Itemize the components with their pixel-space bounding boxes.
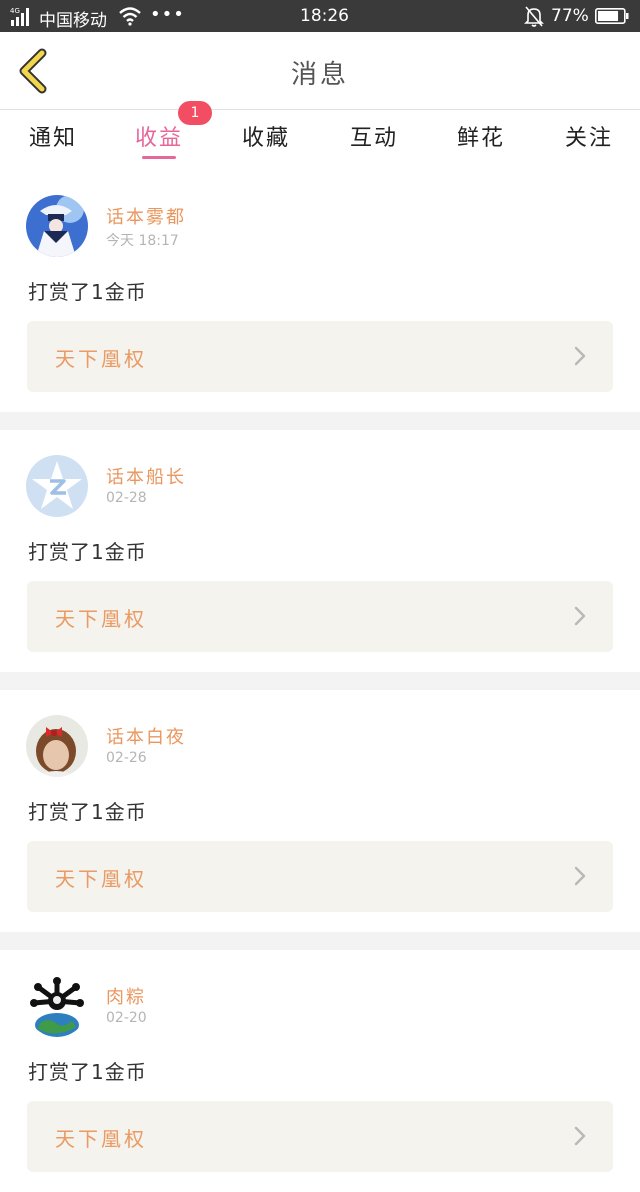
- page-title: 消息: [290, 60, 349, 90]
- username[interactable]: 肉粽: [106, 983, 146, 1009]
- book-link[interactable]: 天下凰权: [27, 321, 613, 392]
- divider: [0, 932, 640, 950]
- list-item: 话本雾都 今天 18:17 打赏了1金币 天下凰权: [0, 170, 640, 412]
- message-feed: 话本雾都 今天 18:17 打赏了1金币 天下凰权 话本船长 02-28 打赏了…: [0, 170, 640, 1192]
- wifi-icon: [119, 7, 141, 26]
- tab-favorites[interactable]: 收藏: [226, 120, 306, 152]
- chevron-right-icon: [574, 606, 586, 626]
- battery-percent: 77%: [551, 6, 589, 26]
- timestamp: 02-20: [106, 1010, 147, 1026]
- message-text: 打赏了1金币: [28, 540, 147, 564]
- avatar[interactable]: [26, 455, 88, 517]
- signal-icon: 4G: [10, 7, 29, 26]
- book-title: 天下凰权: [55, 347, 147, 371]
- chevron-right-icon: [574, 866, 586, 886]
- timestamp: 02-26: [106, 750, 147, 766]
- timestamp: 02-28: [106, 490, 147, 506]
- username[interactable]: 话本船长: [106, 463, 186, 489]
- divider: [0, 412, 640, 430]
- more-dots: •••: [150, 4, 185, 25]
- chevron-right-icon: [574, 1126, 586, 1146]
- book-title: 天下凰权: [55, 607, 147, 631]
- message-text: 打赏了1金币: [28, 280, 147, 304]
- avatar[interactable]: [26, 715, 88, 777]
- nav-bar: 消息: [0, 32, 640, 110]
- message-text: 打赏了1金币: [28, 800, 147, 824]
- status-bar: 4G 中国移动 ••• 18:26 77%: [0, 0, 640, 32]
- tab-bar: 通知 收益 收藏 互动 鲜花 关注: [0, 110, 640, 170]
- avatar[interactable]: [26, 975, 88, 1037]
- avatar[interactable]: [26, 195, 88, 257]
- active-tab-indicator: [142, 156, 176, 159]
- status-time: 18:26: [300, 6, 349, 26]
- username[interactable]: 话本白夜: [106, 723, 186, 749]
- book-link[interactable]: 天下凰权: [27, 841, 613, 912]
- divider: [0, 672, 640, 690]
- list-item: 肉粽 02-20 打赏了1金币 天下凰权: [0, 950, 640, 1192]
- message-text: 打赏了1金币: [28, 1060, 147, 1084]
- book-title: 天下凰权: [55, 867, 147, 891]
- book-link[interactable]: 天下凰权: [27, 581, 613, 652]
- tab-following[interactable]: 关注: [549, 120, 629, 152]
- tab-interactions[interactable]: 互动: [334, 120, 414, 152]
- tab-flowers[interactable]: 鲜花: [441, 120, 521, 152]
- bell-muted-icon: [524, 6, 544, 27]
- battery-icon: [595, 8, 629, 24]
- list-item: 话本船长 02-28 打赏了1金币 天下凰权: [0, 430, 640, 672]
- timestamp: 今天 18:17: [106, 233, 179, 249]
- carrier-name: 中国移动: [39, 11, 107, 31]
- list-item: 话本白夜 02-26 打赏了1金币 天下凰权: [0, 690, 640, 932]
- username[interactable]: 话本雾都: [106, 203, 186, 229]
- tab-badge-count: 1: [178, 101, 212, 125]
- book-link[interactable]: 天下凰权: [27, 1101, 613, 1172]
- network-type: 4G: [10, 7, 20, 15]
- chevron-right-icon: [574, 346, 586, 366]
- tab-notifications[interactable]: 通知: [13, 120, 93, 152]
